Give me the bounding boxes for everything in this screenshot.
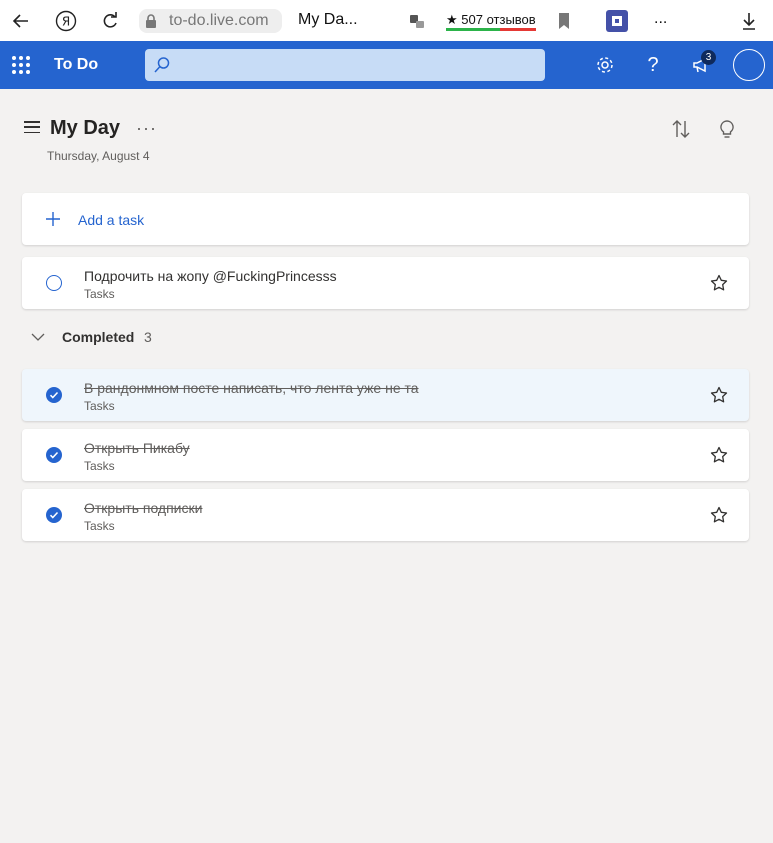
- sort-icon[interactable]: [670, 118, 692, 140]
- task-title: Открыть Пикабу: [84, 440, 190, 456]
- translate-icon[interactable]: [404, 8, 430, 34]
- app-name[interactable]: To Do: [54, 56, 98, 74]
- add-task-label: Add a task: [78, 212, 145, 228]
- star-icon[interactable]: [710, 274, 728, 292]
- task-title: В рандонмном посте написать, что лента у…: [84, 380, 419, 396]
- star-icon[interactable]: [710, 506, 728, 524]
- browser-toolbar: Я to-do.live.com My Da... ★ 507 отзывов …: [0, 0, 773, 41]
- task-title: Открыть подписки: [84, 500, 203, 516]
- rating-bar: [446, 28, 536, 31]
- star-icon[interactable]: [710, 386, 728, 404]
- search-input[interactable]: [145, 49, 545, 81]
- completed-task-item[interactable]: Открыть Пикабу Tasks: [22, 429, 749, 481]
- lock-icon: [143, 13, 159, 29]
- star-icon[interactable]: [710, 446, 728, 464]
- task-list-name: Tasks: [84, 287, 115, 301]
- list-options-button[interactable]: ···: [136, 118, 157, 139]
- download-icon[interactable]: [736, 8, 762, 34]
- reload-icon[interactable]: [97, 8, 123, 34]
- page-date: Thursday, August 4: [47, 149, 150, 163]
- task-list-name: Tasks: [84, 519, 115, 533]
- task-title: Подрочить на жопу @FuckingPrincesss: [84, 268, 337, 284]
- hamburger-menu-icon[interactable]: [24, 121, 40, 133]
- url-text: to-do.live.com: [169, 12, 269, 29]
- task-list-name: Tasks: [84, 399, 115, 413]
- add-task-input[interactable]: Add a task: [22, 193, 749, 245]
- completed-task-item[interactable]: В рандонмном посте написать, что лента у…: [22, 369, 749, 421]
- completed-section-label[interactable]: Completed: [62, 329, 134, 345]
- search-icon[interactable]: [153, 56, 171, 74]
- task-item[interactable]: Подрочить на жопу @FuckingPrincesss Task…: [22, 257, 749, 309]
- plus-icon: [44, 210, 62, 228]
- browser-more-menu[interactable]: ...: [654, 10, 667, 28]
- help-icon[interactable]: ?: [641, 53, 665, 77]
- extension-icon[interactable]: [606, 10, 628, 32]
- yandex-logo-icon[interactable]: Я: [53, 8, 79, 34]
- checkmark-icon[interactable]: [46, 387, 62, 403]
- task-list-name: Tasks: [84, 459, 115, 473]
- checkmark-icon[interactable]: [46, 507, 62, 523]
- completed-task-item[interactable]: Открыть подписки Tasks: [22, 489, 749, 541]
- avatar[interactable]: [733, 49, 765, 81]
- svg-text:Я: Я: [62, 15, 70, 29]
- bookmark-icon[interactable]: [551, 8, 577, 34]
- settings-gear-icon[interactable]: [593, 53, 617, 77]
- completed-count: 3: [144, 329, 152, 345]
- app-header: To Do ? 3: [0, 41, 773, 89]
- address-bar[interactable]: to-do.live.com: [139, 9, 282, 33]
- reviews-text: 507 отзывов: [461, 12, 536, 27]
- app-launcher-icon[interactable]: [12, 56, 30, 74]
- page-title: My Day: [50, 117, 121, 139]
- notification-badge: 3: [701, 50, 716, 65]
- tab-title[interactable]: My Da...: [298, 11, 358, 29]
- lightbulb-icon[interactable]: [716, 118, 738, 140]
- checkmark-icon[interactable]: [46, 447, 62, 463]
- complete-checkbox[interactable]: [46, 275, 62, 291]
- reviews-count[interactable]: ★ 507 отзывов: [446, 12, 536, 28]
- chevron-down-icon[interactable]: [31, 329, 45, 341]
- back-arrow-icon[interactable]: [8, 8, 34, 34]
